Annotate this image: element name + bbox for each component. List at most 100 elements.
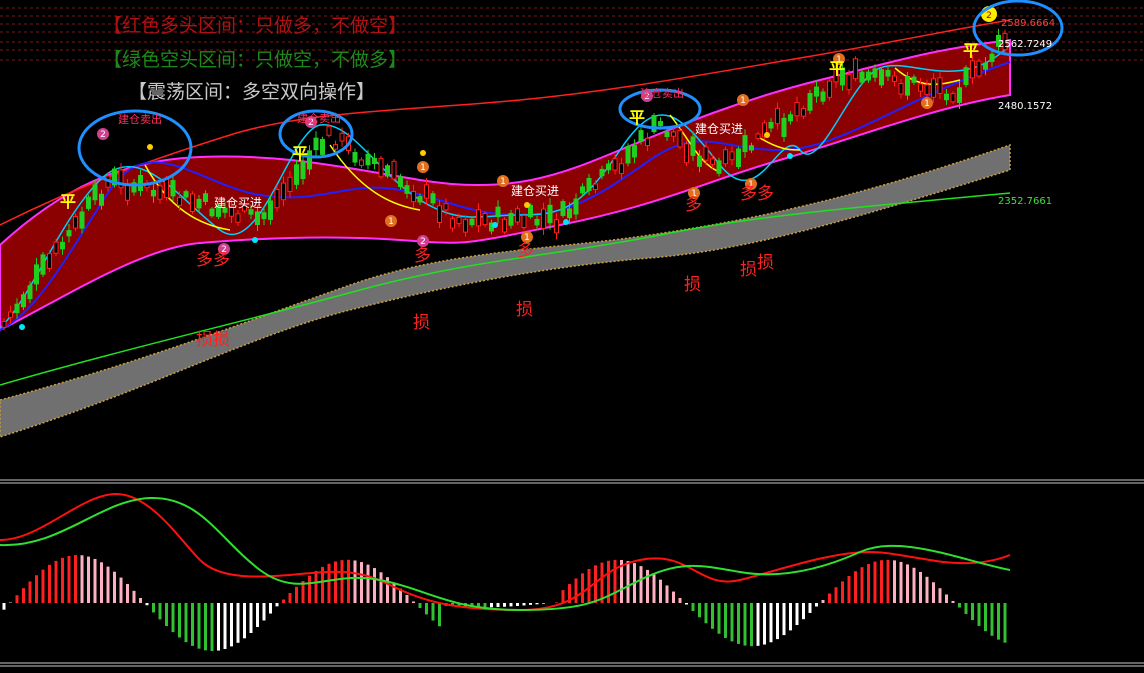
long-label: 多 [414,246,431,266]
candle-body [775,107,780,125]
svg-text:2: 2 [986,11,992,21]
candle-body [274,189,280,209]
candle-body [586,177,592,191]
candle-body [580,186,585,194]
price-label-top: 2589.6664 [1001,18,1055,29]
legend-bear: 【绿色空头区间：只做空，不做多】 [103,49,407,71]
candle-body [196,198,202,209]
candle-body [359,159,364,166]
candle-body [612,158,618,171]
candle-body [326,125,332,136]
candle-body [593,183,598,190]
candle-body [905,76,910,96]
candle-body [417,196,423,203]
candle-body [749,145,754,151]
candle-body [281,182,286,201]
candle-body [658,121,663,127]
candle-body [66,230,72,237]
candle-body [794,101,800,117]
candle-body [931,78,936,98]
candle-body [177,197,182,206]
svg-text:1: 1 [924,99,930,109]
candle-body [716,160,722,174]
candle-body [157,185,163,200]
candle-body [671,131,676,137]
chart-canvas: 2 2 2 2 2 1 1 1 1 1 1 1 1 1 2 建仓卖出 建仓卖出 … [0,0,1144,673]
candle-body [1,320,7,328]
candle-body [924,84,930,96]
candle-body [827,80,832,98]
candle-body [937,77,943,94]
price-label-mid: 2562.7249 [998,39,1052,50]
candle-body [788,114,793,122]
candle-body [885,70,891,77]
loss-label: 损损 [196,330,230,350]
close-label: 平 [963,41,979,60]
candle-body [300,162,306,180]
candle-body [365,153,371,166]
candle-body [703,146,709,161]
candle-body [463,219,468,233]
svg-text:1: 1 [420,163,426,173]
marker-orange: 1 [417,161,429,173]
candle-body [209,208,215,217]
candle-body [307,150,312,170]
sell-label: 建仓卖出 [640,86,684,100]
candle-body [79,211,85,229]
candle-body [40,254,46,275]
candle-body [73,216,78,229]
candle-body [151,189,156,197]
loss-label: 损 [516,300,533,320]
loss-label: 损 [740,260,757,280]
candle-body [203,193,208,202]
candle-body [664,131,670,138]
legend: 【红色多头区间：只做多，不做空】 【绿色空头区间：只做空，不做多】 【震荡区间：… [103,15,407,103]
candle-body [625,146,631,164]
candle-body [515,208,520,223]
candle-body [684,143,689,164]
candle-body [385,165,390,177]
long-label: 多多 [196,250,230,270]
candle-body [866,71,871,81]
candle-body [320,139,325,155]
candle-body [404,185,410,194]
long-label: 多 [517,241,534,261]
candle-body [801,107,806,117]
candle-body [898,83,904,95]
candle-body [970,60,975,79]
candle-body [820,91,826,102]
candle-body [437,205,442,223]
price-label-green-ma: 2352.7661 [998,196,1052,207]
candle-body [768,121,774,129]
candle-body [755,133,761,139]
candle-body [983,62,988,70]
candle-body [313,137,319,151]
candle-body [456,216,462,224]
marker-orange: 1 [737,94,749,106]
candle-body [567,208,572,219]
marker-pink: 2 [97,128,109,140]
candle-body [424,184,429,199]
candle-body [723,149,728,165]
sell-label: 建仓卖出 [118,112,162,126]
candle-body [14,303,20,314]
candle-body [645,137,650,147]
candle-body [255,211,260,226]
candle-body [378,157,384,178]
candle-body [950,93,956,103]
candle-body [391,160,397,180]
sell-label: 建仓卖出 [297,111,341,125]
candle-body [268,200,273,220]
candle-body [164,178,169,198]
candle-body [911,76,917,83]
candle-body [736,148,741,167]
candle-body [398,176,403,188]
svg-text:1: 1 [740,96,746,106]
candle-body [92,184,98,201]
candle-body [781,117,787,137]
candle-body [86,196,91,209]
candle-body [170,180,176,197]
candle-body [235,213,241,223]
marker-orange: 1 [497,175,509,187]
marker-orange: 1 [921,97,933,109]
